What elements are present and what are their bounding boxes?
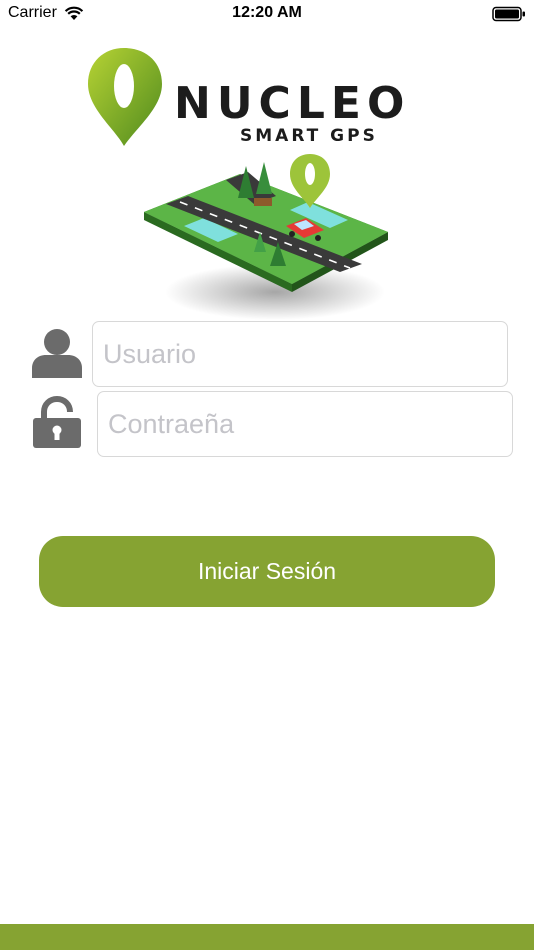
battery-icon <box>492 6 525 22</box>
brand-tagline: SMART GPS <box>240 126 378 146</box>
location-pin-icon <box>88 48 162 146</box>
clock: 12:20 AM <box>232 4 302 21</box>
unlock-icon <box>33 396 81 448</box>
login-button[interactable]: Iniciar Sesión <box>39 536 495 607</box>
map-illustration <box>144 154 388 320</box>
password-input[interactable] <box>97 391 513 457</box>
status-bar: Carrier 12:20 AM <box>0 0 534 28</box>
username-input[interactable] <box>92 321 508 387</box>
brand-logo: NUCLEO SMART GPS <box>84 46 454 150</box>
user-icon <box>32 329 82 378</box>
brand-name: NUCLEO <box>174 78 411 129</box>
footer-bar <box>0 924 534 950</box>
